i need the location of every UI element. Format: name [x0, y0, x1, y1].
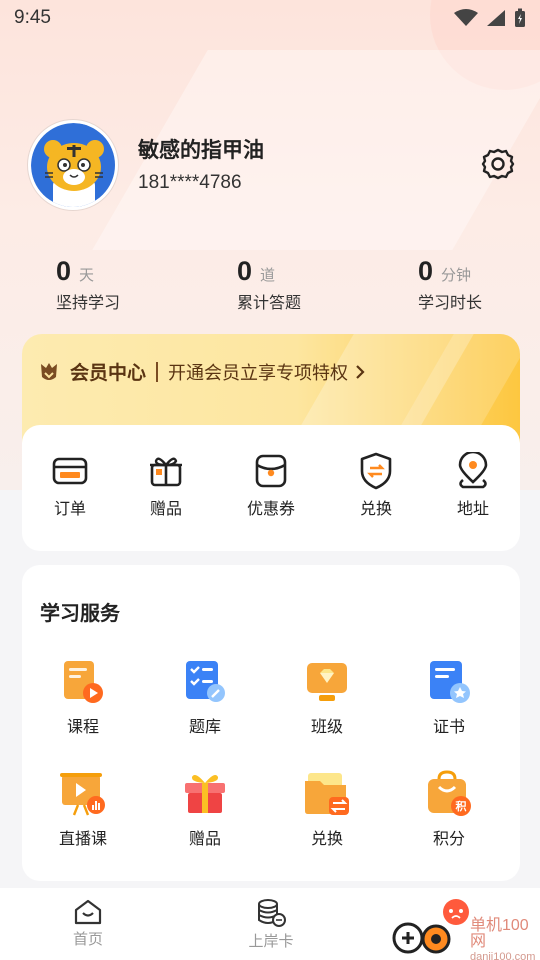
live-class-icon [60, 773, 105, 816]
divider [156, 361, 159, 382]
stat-label: 学习时长 [418, 293, 483, 312]
username: 敏感的指甲油 [138, 138, 264, 162]
service-item-course[interactable]: 课程 [33, 657, 133, 737]
home-icon [74, 899, 102, 925]
service-item-points[interactable]: 积 积分 [399, 769, 499, 849]
exchange-shield-icon [356, 451, 396, 491]
vip-title: 会员中心 [70, 362, 147, 384]
stat-unit: 道 [260, 266, 276, 284]
order-item-label: 地址 [456, 499, 489, 518]
course-icon [64, 661, 103, 703]
stat-value: 0 [418, 256, 434, 286]
question-bank-icon [186, 661, 225, 702]
coin-stack-icon [258, 899, 286, 927]
tab-shangan-card[interactable]: 上岸卡 [221, 898, 321, 951]
stat-value: 0 [237, 256, 253, 286]
tab-label: 首页 [72, 930, 103, 948]
order-item-label: 赠品 [149, 499, 182, 518]
chevron-right-icon [354, 363, 366, 381]
wallet-icon [50, 451, 90, 491]
service-item-question-bank[interactable]: 题库 [155, 657, 255, 737]
service-item-label: 兑换 [310, 829, 343, 848]
signal-icon [487, 10, 505, 26]
order-item-gifts[interactable]: 赠品 [126, 451, 206, 519]
avatar[interactable] [28, 120, 118, 210]
points-bag-icon: 积 [428, 770, 471, 816]
stats-row: 0天 坚持学习 0道 累计答题 0 分钟 学习时长 [56, 256, 516, 316]
service-item-label: 直播课 [58, 829, 107, 848]
service-item-exchange[interactable]: 兑换 [277, 769, 377, 849]
battery-icon [515, 8, 525, 27]
service-item-certificate[interactable]: 证书 [399, 657, 499, 737]
status-time: 9:45 [14, 7, 51, 28]
watermark: 单机100网 danji100.com [470, 918, 540, 960]
stat-label: 累计答题 [237, 293, 302, 312]
service-item-label: 证书 [432, 717, 465, 736]
orders-card: 订单 赠品 优惠券 兑换 地址 [22, 425, 520, 551]
service-item-label: 课程 [66, 717, 99, 736]
watermark-name: 单机100网 [470, 917, 529, 950]
status-icons [454, 8, 526, 28]
order-item-exchange[interactable]: 兑换 [336, 451, 416, 519]
order-item-coupons[interactable]: 优惠券 [231, 451, 311, 519]
status-bar: 9:45 [0, 0, 540, 36]
gift-icon [146, 451, 186, 491]
service-item-label: 积分 [432, 829, 465, 848]
service-item-label: 班级 [310, 717, 343, 736]
vip-subtitle: 开通会员立享专项特权 [168, 362, 349, 384]
vip-crown-icon [41, 362, 57, 380]
service-item-class[interactable]: 班级 [277, 657, 377, 737]
service-item-live-class[interactable]: 直播课 [33, 769, 133, 849]
phone-number: 181****4786 [138, 172, 242, 193]
class-icon [307, 663, 347, 701]
learning-services-card: 学习服务 课程 题库 班级 证书 直播课 赠品 兑换 积 积分 [22, 565, 520, 881]
tab-home[interactable]: 首页 [38, 898, 138, 949]
stat-answered-questions[interactable]: 0道 累计答题 [237, 256, 301, 313]
site-logo-icon [392, 899, 469, 954]
gift-box-icon [185, 775, 225, 813]
gear-icon [481, 148, 515, 180]
stat-unit: 分钟 [441, 266, 472, 284]
wifi-icon [454, 9, 478, 26]
stat-unit: 天 [79, 266, 95, 284]
stat-study-time[interactable]: 0 分钟 学习时长 [418, 256, 482, 313]
service-item-label: 赠品 [188, 829, 221, 848]
exchange-folder-icon [305, 773, 349, 815]
settings-button[interactable] [478, 144, 518, 184]
profile-section: 敏感的指甲油 181****4786 [28, 120, 518, 212]
watermark-domain: danji100.com [470, 951, 536, 960]
order-item-label: 优惠券 [246, 499, 295, 518]
location-pin-icon [453, 451, 493, 491]
stat-label: 坚持学习 [56, 293, 121, 312]
tiger-avatar-icon [31, 123, 115, 207]
order-item-label: 订单 [53, 499, 86, 518]
order-item-address[interactable]: 地址 [433, 451, 513, 519]
section-title: 学习服务 [40, 601, 120, 625]
tab-label: 上岸卡 [248, 932, 294, 950]
order-item-orders[interactable]: 订单 [30, 451, 110, 519]
vip-row: 会员中心 开通会员立享专项特权 [38, 358, 366, 385]
stat-study-days[interactable]: 0天 坚持学习 [56, 256, 120, 313]
stat-value: 0 [56, 256, 72, 286]
service-item-gifts[interactable]: 赠品 [155, 769, 255, 849]
coupon-icon [251, 451, 291, 491]
certificate-icon [430, 661, 470, 703]
service-item-label: 题库 [188, 717, 221, 736]
tab-me[interactable] [392, 896, 482, 956]
svg-text:积: 积 [456, 799, 467, 813]
order-item-label: 兑换 [359, 499, 392, 518]
